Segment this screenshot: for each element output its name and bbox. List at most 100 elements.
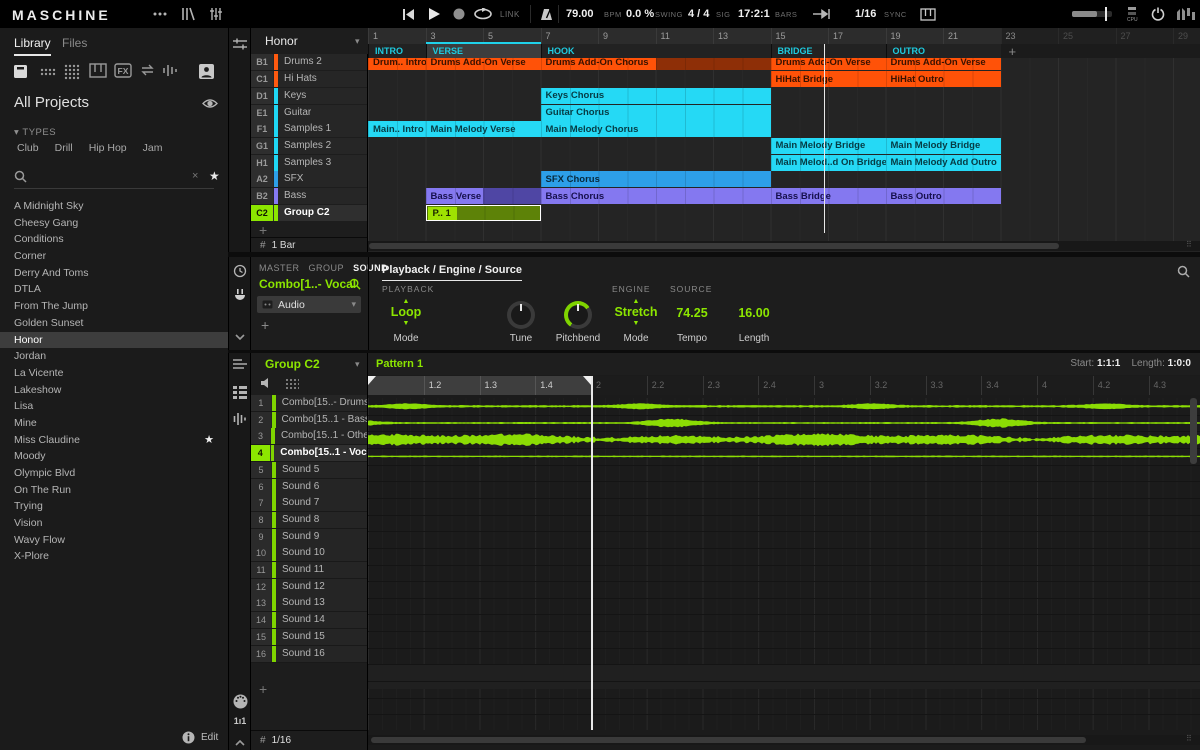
sound-name[interactable]: Combo[1..- Vocal — [259, 277, 356, 291]
user-content-icon[interactable] — [198, 63, 215, 80]
group-row-E1[interactable]: E1Guitar — [251, 105, 368, 121]
bar-ruler-cell[interactable]: 29 — [1173, 28, 1200, 44]
skip-to-start-icon[interactable] — [398, 5, 418, 23]
section-hook[interactable]: HOOK — [541, 44, 771, 58]
pattern-playhead[interactable] — [591, 376, 593, 730]
group-list-header[interactable]: Honor ▾ — [251, 28, 368, 54]
sig-value[interactable]: 4 / 4 — [688, 8, 709, 20]
arranger-resize-grip-icon[interactable]: ⠿ — [1186, 242, 1198, 252]
main-menu-icon[interactable] — [150, 5, 170, 23]
clip-main-melody-verse[interactable]: Main Melody Verse — [426, 121, 541, 137]
mixer-view-icon[interactable] — [206, 5, 226, 23]
beat-tick[interactable]: 3.2 — [870, 376, 926, 395]
keyboard-icon[interactable] — [918, 5, 938, 23]
sound-pad-number[interactable]: 1 — [251, 395, 271, 411]
pattern-name[interactable]: Pattern 1 — [376, 358, 423, 370]
down-arrow-icon[interactable]: ▼ — [366, 320, 446, 327]
clip-bass-bridge[interactable]: Bass Bridge — [771, 188, 886, 204]
beat-tick[interactable]: 2.2 — [647, 376, 703, 395]
types-expander[interactable]: ▾ TYPES — [14, 127, 56, 138]
clip-hihat-bridge[interactable]: HiHat Bridge — [771, 71, 886, 87]
instruments-filter-icon[interactable] — [39, 63, 56, 80]
project-star-icon[interactable]: ★ — [204, 432, 214, 449]
sound-pad-number[interactable]: 12 — [251, 579, 271, 595]
bar-ruler-cell[interactable]: 1 — [368, 28, 426, 44]
clip-main-melody-chorus[interactable]: Main Melody Chorus — [541, 121, 771, 137]
beat-tick[interactable]: 3 — [814, 376, 870, 395]
arranger-settings-icon[interactable] — [232, 36, 248, 52]
sound-pad-number[interactable]: 15 — [251, 629, 271, 645]
metronome-icon[interactable] — [536, 5, 556, 23]
project-list-item[interactable]: A Midnight Sky — [0, 198, 228, 215]
sync-value[interactable]: 1/16 — [855, 8, 876, 20]
sound-pad-number[interactable]: 6 — [251, 479, 271, 495]
tab-files[interactable]: Files — [62, 36, 87, 50]
section-bridge[interactable]: BRIDGE — [771, 44, 886, 58]
loop-mode-selector[interactable]: ▲ Loop ▼ — [366, 298, 446, 327]
speaker-icon[interactable] — [261, 377, 273, 389]
pattern-start-marker[interactable] — [368, 376, 376, 385]
clip-main-melody-add-outro[interactable]: Main Melody Add Outro — [886, 155, 1001, 171]
group-row-G1[interactable]: G1Samples 2 — [251, 138, 368, 154]
group-pad-badge[interactable]: B1 — [251, 54, 273, 70]
project-list-item[interactable]: Jordan — [0, 348, 228, 365]
link-button[interactable]: LINK — [500, 10, 520, 19]
sound-row-4[interactable]: 4Combo[15..1 - Vocal — [251, 445, 368, 462]
sound-row-9[interactable]: 9Sound 9 — [251, 529, 368, 546]
beat-tick[interactable]: 4 — [1037, 376, 1093, 395]
swing-value[interactable]: 0.0 % — [626, 8, 654, 20]
pattern-grid-setting[interactable]: # 1/16 — [251, 730, 368, 750]
bar-ruler-cell[interactable]: 7 — [541, 28, 599, 44]
sampler-wave-icon[interactable] — [232, 411, 248, 427]
project-list-item[interactable]: La Vicente — [0, 365, 228, 382]
tune-knob[interactable] — [507, 301, 535, 329]
midi-icon[interactable] — [232, 693, 248, 709]
clip-hihat-outro[interactable]: HiHat Outro — [886, 71, 1001, 87]
beat-tick[interactable]: 2 — [591, 376, 647, 395]
sound-list-header[interactable]: Group C2 ▾ — [251, 353, 368, 374]
sound-pad-number[interactable]: 16 — [251, 646, 271, 662]
plugin-search-icon[interactable] — [1177, 265, 1190, 278]
input-type-dropdown[interactable]: Audio ▾ — [257, 296, 361, 313]
type-chip[interactable]: Club — [17, 142, 39, 154]
sound-search-icon[interactable] — [349, 278, 361, 290]
group-row-C1[interactable]: C1Hi Hats — [251, 71, 368, 87]
pattern-resize-grip-icon[interactable]: ⠿ — [1186, 736, 1198, 746]
type-chip[interactable]: Hip Hop — [89, 142, 127, 154]
sound-pad-number[interactable]: 2 — [251, 412, 271, 428]
sound-row-8[interactable]: 8Sound 8 — [251, 512, 368, 529]
clip-bass-verse[interactable]: Bass Verse — [426, 188, 541, 204]
arranger-playhead[interactable] — [824, 44, 826, 233]
samples-filter-icon[interactable] — [162, 63, 178, 78]
project-list-item[interactable]: Lakeshow — [0, 382, 228, 399]
project-list-item[interactable]: Wavy Flow — [0, 532, 228, 549]
bars-value[interactable]: 17:2:1 — [738, 8, 770, 20]
group-row-B2[interactable]: B2Bass — [251, 188, 368, 204]
clip-keys-chorus[interactable]: Keys Chorus — [541, 88, 771, 104]
sound-pad-number[interactable]: 8 — [251, 512, 271, 528]
project-name-header[interactable]: Honor — [265, 34, 298, 48]
clip-main-melody-bridge[interactable]: Main Melody Bridge — [771, 138, 886, 154]
down-arrow-icon[interactable]: ▼ — [596, 320, 676, 327]
volume-marker[interactable] — [1105, 7, 1107, 21]
beat-tick[interactable]: 3.3 — [926, 376, 982, 395]
beat-tick[interactable]: 4.2 — [1093, 376, 1149, 395]
project-list-item[interactable]: On The Run — [0, 482, 228, 499]
project-list-item[interactable]: Conditions — [0, 231, 228, 248]
clip-sfx-chorus[interactable]: SFX Chorus — [541, 171, 771, 187]
clip-main-melod-d-on-bridge-1[interactable]: Main Melod..d On Bridge 1 — [771, 155, 886, 171]
bar-ruler-cell[interactable]: 15 — [771, 28, 829, 44]
expand-pattern-chevron-icon[interactable] — [232, 735, 248, 750]
group-row-A2[interactable]: A2SFX — [251, 171, 368, 187]
project-list-item[interactable]: Corner — [0, 248, 228, 265]
sound-row-6[interactable]: 6Sound 6 — [251, 479, 368, 496]
sound-pad-number[interactable]: 7 — [251, 495, 271, 511]
events-list-icon[interactable] — [232, 384, 248, 400]
tab-library[interactable]: Library — [14, 36, 51, 56]
bar-ruler-cell[interactable]: 13 — [713, 28, 771, 44]
sound-pad-number[interactable]: 10 — [251, 545, 271, 561]
sounds-filter-icon[interactable] — [89, 63, 107, 78]
pattern-end-marker[interactable] — [583, 376, 591, 385]
section-intro[interactable]: INTRO — [368, 44, 426, 58]
sound-row-5[interactable]: 5Sound 5 — [251, 462, 368, 479]
